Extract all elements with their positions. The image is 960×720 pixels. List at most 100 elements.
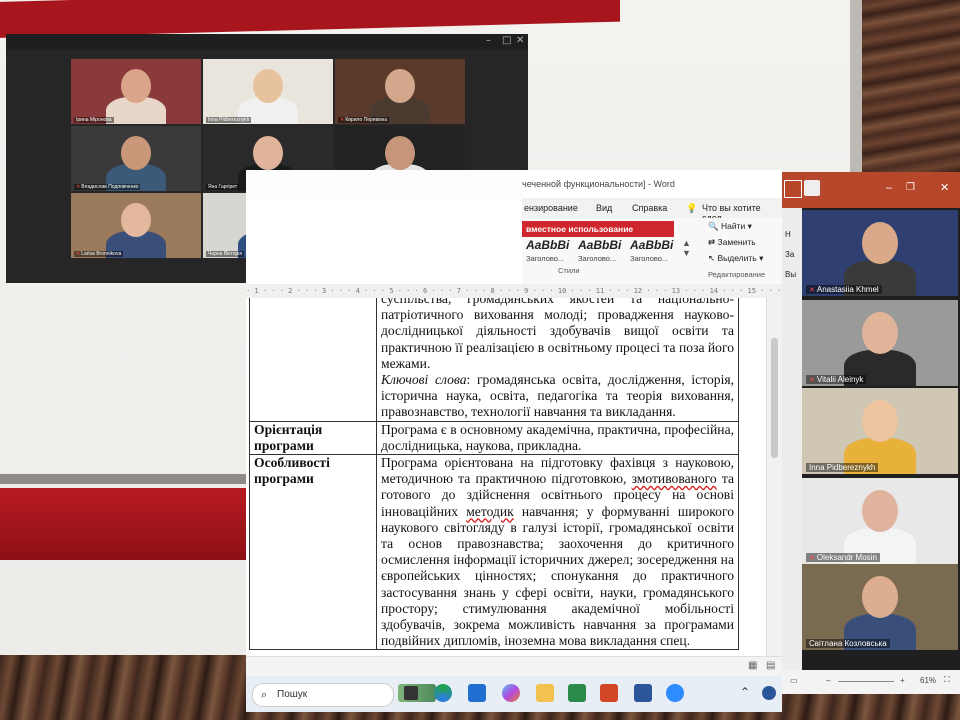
video-tile[interactable]: ✕Кирило Перевікна bbox=[335, 59, 465, 124]
zoom-speaker-column: – ❐ ✕ Н За Вы ✕ Anastasiia Khmel ✕ Vitalii … bbox=[782, 172, 960, 694]
tab-help[interactable]: Справка bbox=[632, 203, 667, 213]
program-table: суспільства, громадянських якостей та на… bbox=[249, 298, 739, 651]
powerpoint-icon[interactable] bbox=[600, 684, 618, 702]
taskbar-search[interactable]: ⌕ Пошук bbox=[252, 683, 394, 707]
participant-face bbox=[862, 490, 898, 532]
ruler: · 1 · · · 2 · · · 3 · · · 4 · · · 5 · · … bbox=[246, 284, 782, 298]
word-title: чеченной функциональности] - Word bbox=[522, 179, 675, 189]
table-cell-text[interactable]: Програма орієнтована на підготовку фахів… bbox=[376, 454, 739, 651]
layout-icon[interactable]: ▦ bbox=[748, 660, 757, 671]
tab-view[interactable]: Вид bbox=[596, 203, 612, 213]
participant-name: Inna Pidbereznykh bbox=[206, 117, 252, 123]
avatar[interactable] bbox=[804, 180, 820, 196]
video-tile[interactable]: ✕ Vitalii Aleinyk bbox=[802, 300, 958, 386]
table-row: Орієнтація програми Програма є в основно… bbox=[249, 420, 739, 456]
edge-icon[interactable] bbox=[434, 684, 452, 702]
lightbulb-icon: 💡 bbox=[686, 203, 698, 213]
table-cell-label bbox=[249, 298, 377, 422]
participant-name: ✕Кирило Перевікна bbox=[338, 117, 390, 123]
video-tile[interactable]: Inna Pidbereznykh bbox=[802, 388, 958, 474]
participant-face bbox=[253, 136, 283, 170]
participant-name: Ірина Міронова bbox=[74, 117, 114, 123]
participant-name: Inna Pidbereznykh bbox=[806, 463, 879, 472]
zoom-title-bar: – □ ✕ bbox=[6, 34, 528, 50]
participant-name: ✕ Oleksandr Mosin bbox=[806, 553, 880, 562]
tab-review[interactable]: ензирование bbox=[524, 203, 578, 213]
video-tile[interactable]: ✕Larisa Bronnikova bbox=[71, 193, 201, 258]
video-tile[interactable]: Ірина Міронова bbox=[71, 59, 201, 124]
read-mode-icon[interactable]: ▤ bbox=[766, 660, 775, 671]
search-icon: 🔍 bbox=[708, 221, 721, 231]
table-cell-text[interactable]: суспільства, громадянських якостей та на… bbox=[376, 298, 739, 422]
style-heading-1[interactable]: AaBbBi Заголово... bbox=[526, 238, 574, 263]
participant-name: ✕Larisa Bronnikova bbox=[74, 251, 124, 257]
outlook-icon[interactable] bbox=[468, 684, 486, 702]
zoom-tray-icon[interactable] bbox=[762, 686, 776, 700]
ppt-side-ribbon: Н За Вы bbox=[782, 208, 802, 694]
notes-icon[interactable]: ▭ bbox=[790, 676, 798, 685]
zoom-level[interactable]: 61% bbox=[920, 676, 936, 685]
chevron-up-icon[interactable]: ⌃ bbox=[740, 685, 750, 699]
participant-face bbox=[385, 69, 415, 103]
styles-more-icon[interactable]: ▲ ▼ bbox=[682, 238, 691, 258]
zoom-icon[interactable] bbox=[666, 684, 684, 702]
table-row: суспільства, громадянських якостей та на… bbox=[249, 298, 739, 422]
side-item[interactable]: За bbox=[785, 250, 794, 259]
vertical-scrollbar[interactable] bbox=[766, 298, 782, 656]
maximize-icon[interactable]: □ bbox=[502, 35, 511, 46]
fit-slide-icon[interactable]: ⛶ bbox=[944, 675, 950, 685]
zoom-out-icon[interactable]: – bbox=[826, 676, 830, 685]
mic-muted-icon: ✕ bbox=[809, 377, 815, 384]
select-button[interactable]: ↖ Выделить ▾ bbox=[708, 253, 782, 269]
side-item[interactable]: Н bbox=[785, 230, 791, 239]
word-title-bar: чеченной функциональности] - Word bbox=[522, 170, 782, 198]
windows-taskbar: ⌕ Пошук ⌃ bbox=[246, 676, 782, 712]
zoom-in-icon[interactable]: + bbox=[900, 676, 905, 685]
zoom-slider[interactable] bbox=[838, 681, 894, 682]
side-item[interactable]: Вы bbox=[785, 270, 796, 279]
close-icon[interactable]: ✕ bbox=[516, 35, 524, 46]
replace-button[interactable]: ⇄ Заменить bbox=[708, 237, 782, 253]
word-status-bar: ▦ ▤ bbox=[246, 656, 782, 677]
minimize-icon[interactable]: – bbox=[486, 35, 491, 46]
word-ribbon-tabs: ензирование Вид Справка 💡 Что вы хотите … bbox=[522, 198, 782, 223]
search-icon: ⌕ bbox=[261, 689, 268, 701]
minimize-icon[interactable]: – bbox=[886, 182, 892, 194]
participant-name: Світлана Козловська bbox=[806, 639, 890, 648]
style-heading-2[interactable]: AaBbBi Заголово... bbox=[578, 238, 626, 263]
participant-face bbox=[862, 312, 898, 354]
participant-face bbox=[862, 222, 898, 264]
close-icon[interactable]: ✕ bbox=[940, 181, 949, 194]
word-icon[interactable] bbox=[634, 684, 652, 702]
video-tile[interactable]: Inna Pidbereznykh bbox=[203, 59, 333, 124]
participant-name: ✕Владислав Подповченко bbox=[74, 184, 141, 190]
word-ribbon: вместное использование AaBbBi Заголово...… bbox=[522, 218, 782, 285]
table-cell-label: Особливості програми bbox=[249, 454, 377, 651]
scrollbar-thumb[interactable] bbox=[771, 338, 778, 458]
task-view-icon[interactable] bbox=[404, 686, 418, 700]
presentation-slide: – □ ✕ Ірина Міронова Inna Pidbereznykh ✕Ки… bbox=[0, 0, 960, 720]
window-icon bbox=[784, 180, 802, 198]
store-icon[interactable] bbox=[568, 684, 586, 702]
file-explorer-icon[interactable] bbox=[536, 684, 554, 702]
video-tile[interactable]: ✕Владислав Подповченко bbox=[71, 126, 201, 191]
table-cell-text[interactable]: Програма є в основному академічна, практ… bbox=[376, 420, 739, 456]
video-tile[interactable]: Світлана Козловська bbox=[802, 564, 958, 650]
table-cell-label: Орієнтація програми bbox=[249, 420, 377, 456]
word-window: чеченной функциональности] - Word ензиро… bbox=[246, 170, 782, 712]
copilot-icon[interactable] bbox=[502, 684, 520, 702]
maximize-icon[interactable]: ❐ bbox=[906, 182, 915, 193]
participant-face bbox=[385, 136, 415, 170]
mic-muted-icon: ✕ bbox=[809, 555, 815, 562]
video-tile[interactable]: ✕ Anastasiia Khmel bbox=[802, 210, 958, 296]
mic-muted-icon: ✕ bbox=[76, 184, 81, 190]
document-page[interactable]: суспільства, громадянських якостей та на… bbox=[246, 298, 766, 656]
find-button[interactable]: 🔍 Найти ▾ bbox=[708, 221, 782, 237]
video-tile[interactable]: ✕ Oleksandr Mosin bbox=[802, 478, 958, 564]
ppt-status-bar: ▭ – + 61% ⛶ bbox=[782, 670, 960, 694]
participant-face bbox=[121, 69, 151, 103]
style-heading-3[interactable]: AaBbBi Заголово... bbox=[630, 238, 678, 263]
participant-face bbox=[862, 576, 898, 618]
zoom-column-toolbar: – ❐ ✕ bbox=[782, 172, 960, 208]
word-title-left bbox=[246, 170, 522, 198]
